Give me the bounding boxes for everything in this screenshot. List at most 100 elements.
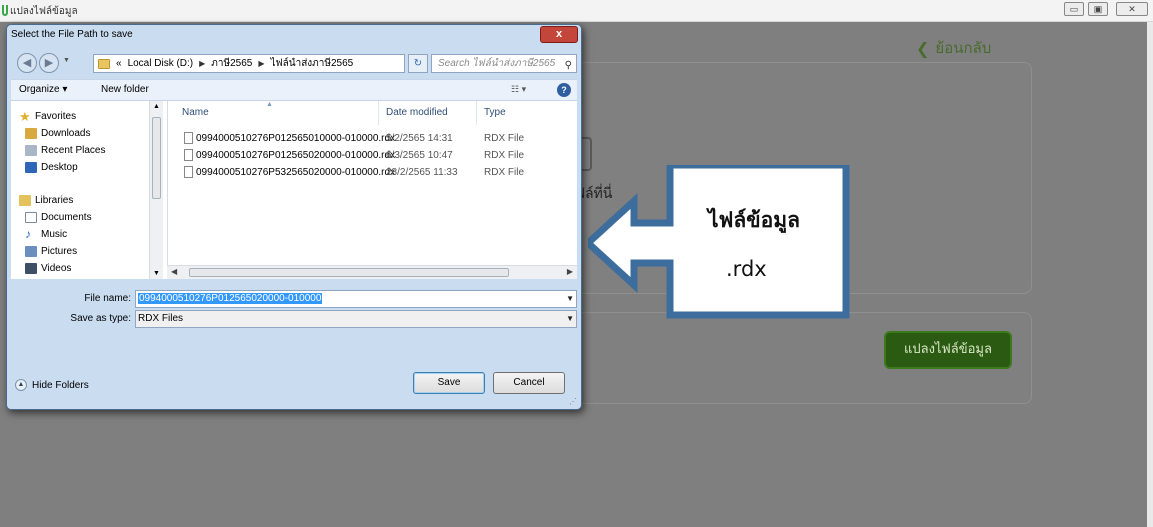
file-row[interactable]: 0994000510276P012565010000-010000.rdx 5/… xyxy=(168,131,578,148)
convert-file-button[interactable]: แปลงไฟล์ข้อมูล xyxy=(884,331,1012,369)
file-type: RDX File xyxy=(484,167,525,178)
music-icon: ♪ xyxy=(25,227,31,241)
save-button[interactable]: Save xyxy=(413,372,485,394)
scroll-thumb[interactable] xyxy=(152,117,161,199)
scroll-right-icon[interactable]: ▶ xyxy=(567,267,573,276)
pictures-icon xyxy=(25,246,37,257)
save-as-dropdown-icon[interactable]: ▼ xyxy=(566,311,574,327)
maximize-icon[interactable]: ▣ xyxy=(1088,2,1108,16)
file-row[interactable]: 0994000510276P012565020000-010000.rdx 6/… xyxy=(168,148,578,165)
nav-videos-label: Videos xyxy=(41,263,72,274)
history-dropdown-icon[interactable]: ▼ xyxy=(63,57,70,64)
app-logo-icon xyxy=(2,5,8,16)
file-icon xyxy=(184,149,193,161)
file-name-input[interactable]: 0994000510276P012565020000-010000 ▼ xyxy=(135,290,577,308)
nav-recent-places-label: Recent Places xyxy=(41,145,106,156)
app-titlebar: แปลงไฟล์ข้อมูล ▭ ▣ ✕ xyxy=(0,0,1153,22)
hide-folders-button[interactable]: ▲ Hide Folders xyxy=(15,379,89,391)
organize-menu[interactable]: Organize ▾ xyxy=(19,84,67,95)
nav-downloads[interactable]: Downloads xyxy=(25,128,90,139)
libraries-icon xyxy=(19,195,31,206)
nav-favorites[interactable]: ★ Favorites xyxy=(19,109,76,124)
file-type: RDX File xyxy=(484,133,525,144)
window-border xyxy=(1147,22,1153,527)
file-type: RDX File xyxy=(484,150,525,161)
search-input[interactable]: Search ไฟล์นำส่งภาษี2565 ⚲ xyxy=(431,54,577,73)
save-file-dialog: Select the File Path to save x ◀ ▶ ▼ « L… xyxy=(6,24,582,410)
save-as-type-label: Save as type: xyxy=(70,313,131,324)
nav-music[interactable]: ♪ Music xyxy=(25,227,68,241)
dialog-close-button[interactable]: x xyxy=(540,26,578,43)
nav-pictures[interactable]: Pictures xyxy=(25,246,77,257)
file-date: 5/2/2565 14:31 xyxy=(386,133,453,144)
breadcrumb-separator-icon: ▶ xyxy=(258,59,265,68)
folder-icon xyxy=(98,58,110,69)
nav-music-label: Music xyxy=(41,229,68,240)
file-name-value: 0994000510276P012565020000-010000 xyxy=(138,293,323,304)
column-header-name[interactable]: Name xyxy=(182,107,209,118)
new-folder-button[interactable]: New folder xyxy=(101,84,149,95)
dialog-footer: ▲ Hide Folders Save Cancel xyxy=(11,361,577,405)
nav-pictures-label: Pictures xyxy=(41,246,78,257)
nav-videos[interactable]: Videos xyxy=(25,263,71,274)
back-label: ย้อนกลับ xyxy=(935,39,992,57)
file-name: 0994000510276P012565010000-010000.rdx xyxy=(196,133,396,144)
forward-arrow-icon[interactable]: ▶ xyxy=(39,53,59,73)
nav-documents-label: Documents xyxy=(41,212,92,223)
refresh-icon[interactable]: ↻ xyxy=(408,54,428,73)
nav-desktop[interactable]: Desktop xyxy=(25,162,78,173)
column-divider[interactable] xyxy=(378,101,379,125)
videos-icon xyxy=(25,263,37,274)
file-date: 6/3/2565 10:47 xyxy=(386,150,453,161)
back-button[interactable]: ❮ ย้อนกลับ xyxy=(916,36,991,60)
nav-recent-places[interactable]: Recent Places xyxy=(25,145,105,156)
downloads-folder-icon xyxy=(25,128,37,139)
callout-text-extension: .rdx xyxy=(726,257,767,281)
nav-libraries[interactable]: Libraries xyxy=(19,195,73,206)
callout-text-title: ไฟล์ข้อมูล xyxy=(708,208,800,232)
sort-indicator-icon: ▲ xyxy=(266,101,273,108)
column-divider[interactable] xyxy=(476,101,477,125)
file-fields: File name: 0994000510276P012565020000-01… xyxy=(11,287,577,337)
path-prefix: « xyxy=(116,58,122,69)
hide-folders-label: Hide Folders xyxy=(32,379,89,391)
search-icon: ⚲ xyxy=(564,60,572,71)
search-placeholder: Search ไฟล์นำส่งภาษี2565 xyxy=(438,58,556,69)
breadcrumb-separator-icon: ▶ xyxy=(199,59,206,68)
cancel-button[interactable]: Cancel xyxy=(493,372,565,394)
horizontal-scrollbar[interactable]: ◀ ▶ xyxy=(167,265,577,279)
horizontal-scroll-thumb[interactable] xyxy=(189,268,509,277)
scroll-up-icon[interactable]: ▲ xyxy=(153,103,160,110)
breadcrumb-folder-tax[interactable]: ภาษี2565 xyxy=(211,56,252,71)
star-icon: ★ xyxy=(19,109,31,124)
app-title: แปลงไฟล์ข้อมูล xyxy=(10,6,78,17)
file-row[interactable]: 0994000510276P532565020000-010000.rdx 28… xyxy=(168,165,578,182)
dialog-title: Select the File Path to save xyxy=(11,29,133,40)
address-bar[interactable]: « Local Disk (D:) ▶ ภาษี2565 ▶ ไฟล์นำส่ง… xyxy=(93,54,475,73)
file-name-dropdown-icon[interactable]: ▼ xyxy=(566,291,574,307)
save-as-type-value: RDX Files xyxy=(138,313,184,324)
file-name-label: File name: xyxy=(84,293,131,304)
column-header-date[interactable]: Date modified xyxy=(386,107,448,118)
nav-desktop-label: Desktop xyxy=(41,162,78,173)
breadcrumb-drive[interactable]: Local Disk (D:) xyxy=(128,58,194,69)
save-as-type-select[interactable]: RDX Files ▼ xyxy=(135,310,577,328)
breadcrumb-folder-submit[interactable]: ไฟล์นำส่งภาษี2565 xyxy=(271,56,354,71)
close-window-icon[interactable]: ✕ xyxy=(1116,2,1148,16)
column-header-type[interactable]: Type xyxy=(484,107,506,118)
file-name: 0994000510276P532565020000-010000.rdx xyxy=(196,167,396,178)
help-icon[interactable]: ? xyxy=(557,83,571,97)
resize-grip-icon[interactable]: ⋰ xyxy=(569,397,579,407)
recent-places-icon xyxy=(25,145,37,156)
file-icon xyxy=(184,166,193,178)
dialog-navigation: ◀ ▶ ▼ « Local Disk (D:) ▶ ภาษี2565 ▶ ไฟล… xyxy=(11,51,577,75)
nav-downloads-label: Downloads xyxy=(41,128,91,139)
navigation-scrollbar[interactable]: ▲ ▼ xyxy=(149,101,163,279)
minimize-icon[interactable]: ▭ xyxy=(1064,2,1084,16)
view-options-icon[interactable]: ☷ ▾ xyxy=(511,84,526,95)
scroll-down-icon[interactable]: ▼ xyxy=(153,270,160,277)
nav-documents[interactable]: Documents xyxy=(25,212,92,223)
back-arrow-icon[interactable]: ◀ xyxy=(17,53,37,73)
file-date: 28/2/2565 11:33 xyxy=(386,167,458,178)
scroll-left-icon[interactable]: ◀ xyxy=(171,267,177,276)
